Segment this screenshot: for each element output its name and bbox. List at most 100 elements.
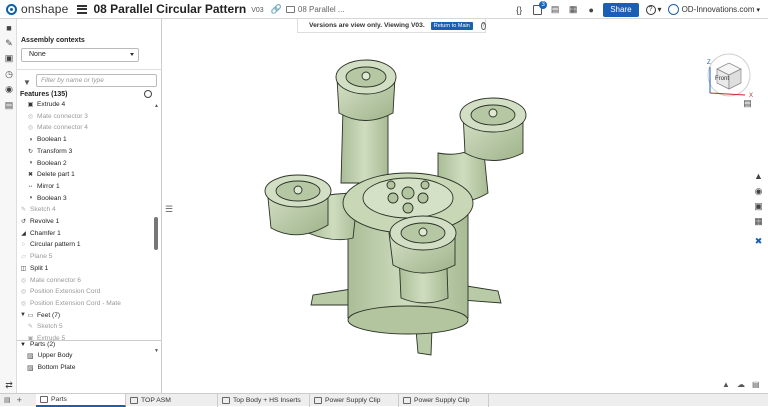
return-to-main-button[interactable]: Return to Main [430,21,473,30]
add-tab-icon[interactable]: + [17,395,22,405]
assembly-contexts-select[interactable]: None [21,48,139,62]
feature-item[interactable]: ▱ Plane 5 [20,251,52,262]
feature-label: Plane 5 [30,253,53,261]
feature-item[interactable]: ↔ Mirror 1 [27,181,60,192]
tab-parts[interactable]: Parts [36,393,126,407]
folder-breadcrumb[interactable]: 08 Parallel ... [298,5,345,14]
feature-label: Circular pattern 1 [30,241,81,249]
part-studio-icon [314,396,322,404]
feature-label: Revolve 1 [30,218,60,225]
feature-item[interactable]: ▣ Extrude 4 [27,99,66,110]
feature-item[interactable]: ◌ Circular pattern 1 [20,239,81,250]
measure-icon[interactable]: ▦ [753,216,764,227]
feature-item[interactable]: ◢ Chamfer 1 [20,228,61,239]
help-menu[interactable]: ? ▾ [645,4,662,15]
part-item[interactable]: ▨ Bottom Plate [27,362,75,373]
mate-connector-icon: ◎ [27,125,34,132]
rollback-clock-icon[interactable] [144,90,152,98]
tab-power-supply-clip[interactable]: Power Supply Clip [310,393,399,407]
feature-item[interactable]: ◫ Split 1 [20,263,49,274]
menu-icon[interactable] [77,4,88,14]
appearance-panel-icon[interactable]: ◉ [753,186,764,197]
divider [17,69,161,70]
help-icon[interactable]: ? [480,21,486,30]
onshape-logo[interactable]: onshape [6,0,68,19]
chevron-down-icon [130,53,134,56]
part-icon: ▨ [27,364,34,372]
part-item[interactable]: ▨ Upper Body [27,350,72,361]
chevron-down-icon: ▼ [20,341,26,348]
parts-header[interactable]: ▼ Parts (2) [20,339,55,350]
feature-item[interactable]: ◎ Position Extension Cord - Mate [20,298,121,309]
feature-scrollbar[interactable]: ▲ ▼ [154,103,159,354]
chevron-down-icon: ▾ [756,6,760,14]
part-label: Bottom Plate [37,364,76,371]
mirror-icon: ↔ [27,183,34,190]
viewport-footer-tools: ▲ ☁ ▤ [722,380,767,389]
features-header[interactable]: Features (135) [20,91,67,98]
top-bar: onshape 08 Parallel Circular Pattern V03… [0,0,768,19]
feature-item[interactable]: ↻ Transform 3 [27,146,72,157]
onshape-logo-icon [6,3,17,15]
feature-item[interactable]: ◎ Mate connector 6 [20,275,81,286]
filter-input[interactable]: Filter by name or type [36,74,157,87]
link-icon[interactable]: 🔗 [271,4,282,15]
filter-icon[interactable]: ▼ [23,78,31,87]
toggle-panel-icon[interactable]: ⇄ [4,380,14,390]
feature-item[interactable]: ◎ Mate connector 3 [27,111,88,122]
scrollbar-thumb[interactable] [154,217,158,250]
axis-z-label: Z [707,60,711,66]
feature-item[interactable]: ▼ ▭ Feet (7) [20,310,60,321]
boolean-icon: ◑ [28,160,33,166]
tab-top-asm[interactable]: TOP ASM [126,393,218,407]
code-icon[interactable]: {} [513,4,525,16]
feature-item[interactable]: ↺ Revolve 1 [20,216,59,227]
view-cube[interactable]: Front Z X [705,47,757,103]
comments-icon[interactable]: ■ [4,23,14,33]
document-title[interactable]: 08 Parallel Circular Pattern [93,2,246,16]
tab-label: TOP ASM [141,396,171,404]
appearance-icon[interactable]: ● [585,4,597,16]
feature-item[interactable]: ◑ Boolean 1 [27,134,67,145]
share-button[interactable]: Share [603,2,639,17]
tab-top-body[interactable]: Top Body + HS Inserts [218,393,310,407]
feature-label: Sketch 4 [30,206,56,214]
close-tools-icon[interactable]: ✖ [753,236,764,247]
feature-item[interactable]: ◑ Boolean 3 [27,193,67,204]
edit-history-icon[interactable]: ✎ [4,38,14,48]
bookmark-icon[interactable]: ▦ [567,4,579,16]
display-icon[interactable]: ▤ [752,380,762,389]
notifications-icon[interactable]: 3 [531,0,548,16]
3d-model[interactable] [264,59,527,356]
3d-viewport[interactable] [163,33,749,393]
history-icon[interactable]: ◷ [4,69,14,79]
feature-item[interactable]: ✎ Sketch 5 [27,321,63,332]
feature-item[interactable]: ◎ Mate connector 4 [27,122,88,133]
user-menu[interactable]: OD-Innovations.com ▾ [667,4,760,15]
scroll-up-icon[interactable]: ▲ [154,103,159,109]
notification-badge: 3 [539,0,548,9]
list-icon[interactable]: ▤ [4,100,14,110]
mate-connector-icon: ◎ [20,300,27,307]
tab-power-supply-clip-2[interactable]: Power Supply Clip [399,393,489,407]
search-icon[interactable]: ◉ [4,84,14,94]
tab-manager-icon[interactable]: ▤ [4,396,11,404]
feature-item[interactable]: ✖ Delete part 1 [27,169,75,180]
feature-item[interactable]: ✎ Sketch 4 [20,204,56,215]
mass-properties-icon[interactable]: ▣ [753,201,764,212]
mate-icon[interactable]: ▲ [722,380,732,389]
chevron-down-icon[interactable]: ▼ [20,312,26,318]
feature-panel: Assembly contexts None ▼ Filter by name … [17,19,162,393]
scroll-down-icon[interactable]: ▼ [154,348,159,354]
feature-label: Mate connector 3 [37,112,88,120]
variables-icon[interactable]: ▣ [4,53,14,63]
mate-connector-icon: ◎ [20,277,27,284]
feature-item[interactable]: ◎ Position Extension Cord [20,286,101,297]
document-info-icon[interactable]: ▤ [549,4,561,16]
configurations-icon[interactable]: ▲ [753,170,764,181]
cloud-icon[interactable]: ☁ [737,380,747,389]
feature-label: Extrude 4 [37,101,66,108]
version-banner-text: Versions are view only. Viewing V03. [309,22,425,29]
feature-item[interactable]: ◑ Boolean 2 [27,158,67,169]
view-options-icon[interactable]: ▤ [742,98,753,109]
